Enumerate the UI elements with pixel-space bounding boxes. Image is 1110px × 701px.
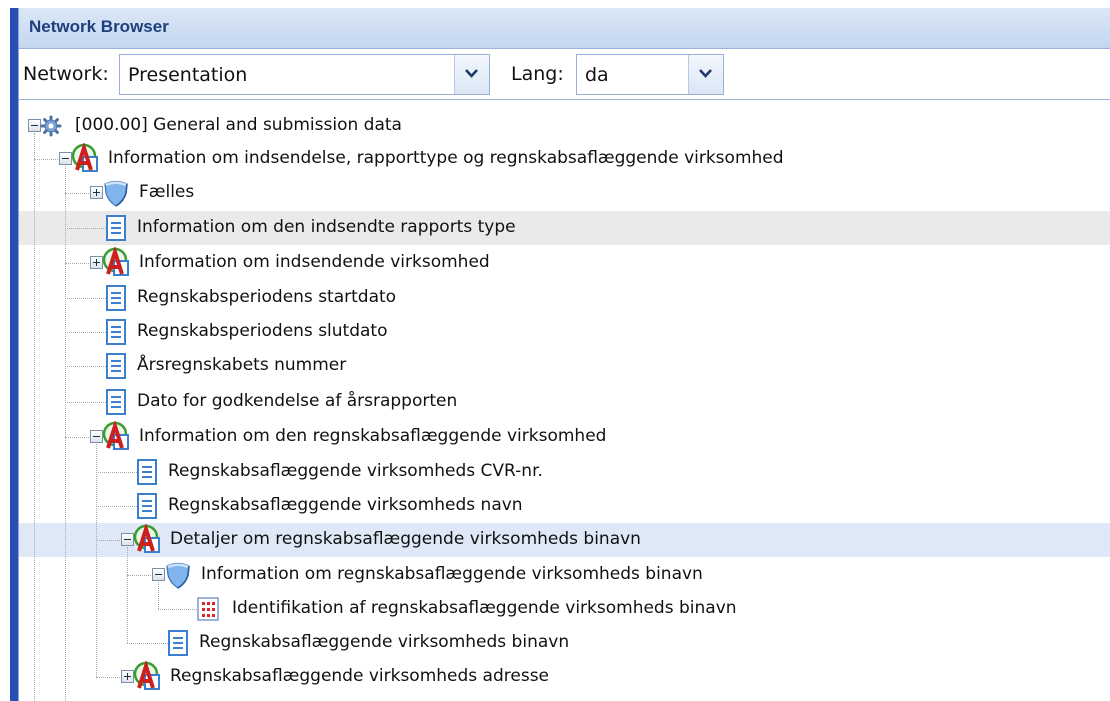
network-tree: [000.00] General and submission data Info… [19,100,1110,701]
tree-connector [96,677,120,678]
toolbar: Network: Presentation Lang: da [19,49,1110,100]
tree-connector [65,193,89,194]
tree-connector [65,228,106,229]
abstract-icon [102,419,132,455]
network-select-value: Presentation [128,64,248,86]
tree-node-label: Fælles [139,182,195,202]
tree-connector [34,133,35,701]
chevron-down-icon [699,69,712,78]
tree-node-label: Information om den indsendte rapports ty… [137,217,516,237]
tree-connector [65,437,89,438]
document-icon [137,459,157,489]
tree-connector [158,582,159,609]
tree-node-label: Information om indsendelse, rapporttype … [108,148,784,168]
tree-connector [65,298,106,299]
tree-node-label: Information om den regnskabsaflæggende v… [139,426,607,446]
tree-connector [65,366,106,367]
tree-connector [34,159,58,160]
tree-connector [96,506,137,507]
tree-node-label: Regnskabsaflæggende virksomheds binavn [199,632,570,652]
hypercube-icon [164,561,192,593]
chevron-down-icon [465,69,478,78]
tree-connector [65,402,106,403]
tree-connector [96,472,137,473]
network-select[interactable]: Presentation [119,54,490,95]
panel-title: Network Browser [29,17,169,36]
tree-connector [96,444,97,677]
tree-node-label: [000.00] General and submission data [75,115,402,135]
tree-node-label: Dato for godkendelse af årsrapporten [137,391,458,411]
network-dropdown-trigger[interactable] [454,55,489,94]
document-icon [106,215,126,245]
tree-connector [127,547,128,643]
tree-connector [65,166,66,701]
abstract-icon [71,141,101,177]
abstract-icon [133,659,163,695]
tree-node-label: Årsregnskabets nummer [137,355,347,375]
dimension-icon [197,597,219,625]
tree-node-label: Regnskabsaflæggende virksomheds CVR-nr. [168,461,543,481]
tree-connector [96,540,120,541]
tree-connector [127,643,168,644]
network-label: Network: [23,63,109,85]
document-icon [168,630,188,660]
tree-node-label: Regnskabsperiodens startdato [137,287,397,307]
document-icon [106,319,126,349]
tree-node-label: Regnskabsaflæggende virksomheds adresse [170,666,550,686]
document-icon [106,353,126,383]
lang-select[interactable]: da [576,54,724,95]
lang-select-value: da [585,64,609,86]
tree-node-label: Detaljer om regnskabsaflæggende virksomh… [170,529,641,549]
tree-connector [127,575,151,576]
tree-connector [65,332,106,333]
tree-node-label: Regnskabsperiodens slutdato [137,321,388,341]
abstract-icon [133,522,163,558]
panel-left-border [10,8,19,701]
tree-connector [158,609,199,610]
tree-connector [65,263,89,264]
document-icon [106,389,126,419]
hypercube-icon [102,179,130,211]
tree-node-label: Information om regnskabsaflæggende virks… [201,564,703,584]
panel-header: Network Browser [19,8,1110,49]
lang-dropdown-trigger[interactable] [688,55,723,94]
lang-label: Lang: [511,63,564,85]
network-browser-panel: Network Browser Network: Presentation La… [0,0,1110,701]
tree-node-label: Information om indsendende virksomhed [139,252,490,272]
tree-node-label: Regnskabsaflæggende virksomheds navn [168,495,523,515]
abstract-icon [102,245,132,281]
tree-node-label: Identifikation af regnskabsaflæggende vi… [232,598,737,618]
document-icon [106,285,126,315]
document-icon [137,493,157,523]
gear-icon [40,115,62,141]
